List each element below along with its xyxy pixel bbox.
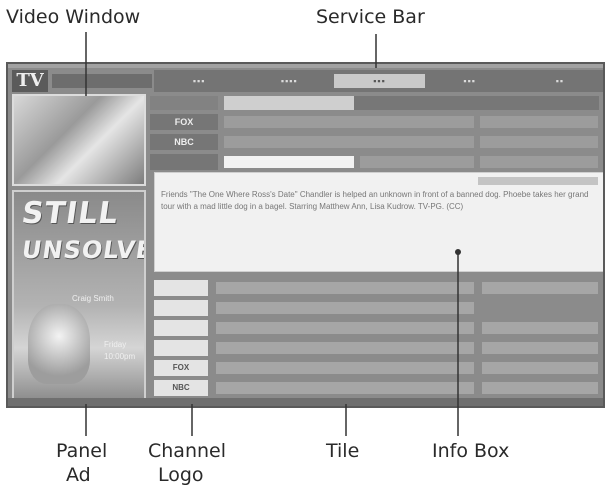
info-box-anchor-dot bbox=[455, 249, 461, 255]
leader-lines bbox=[85, 32, 461, 436]
